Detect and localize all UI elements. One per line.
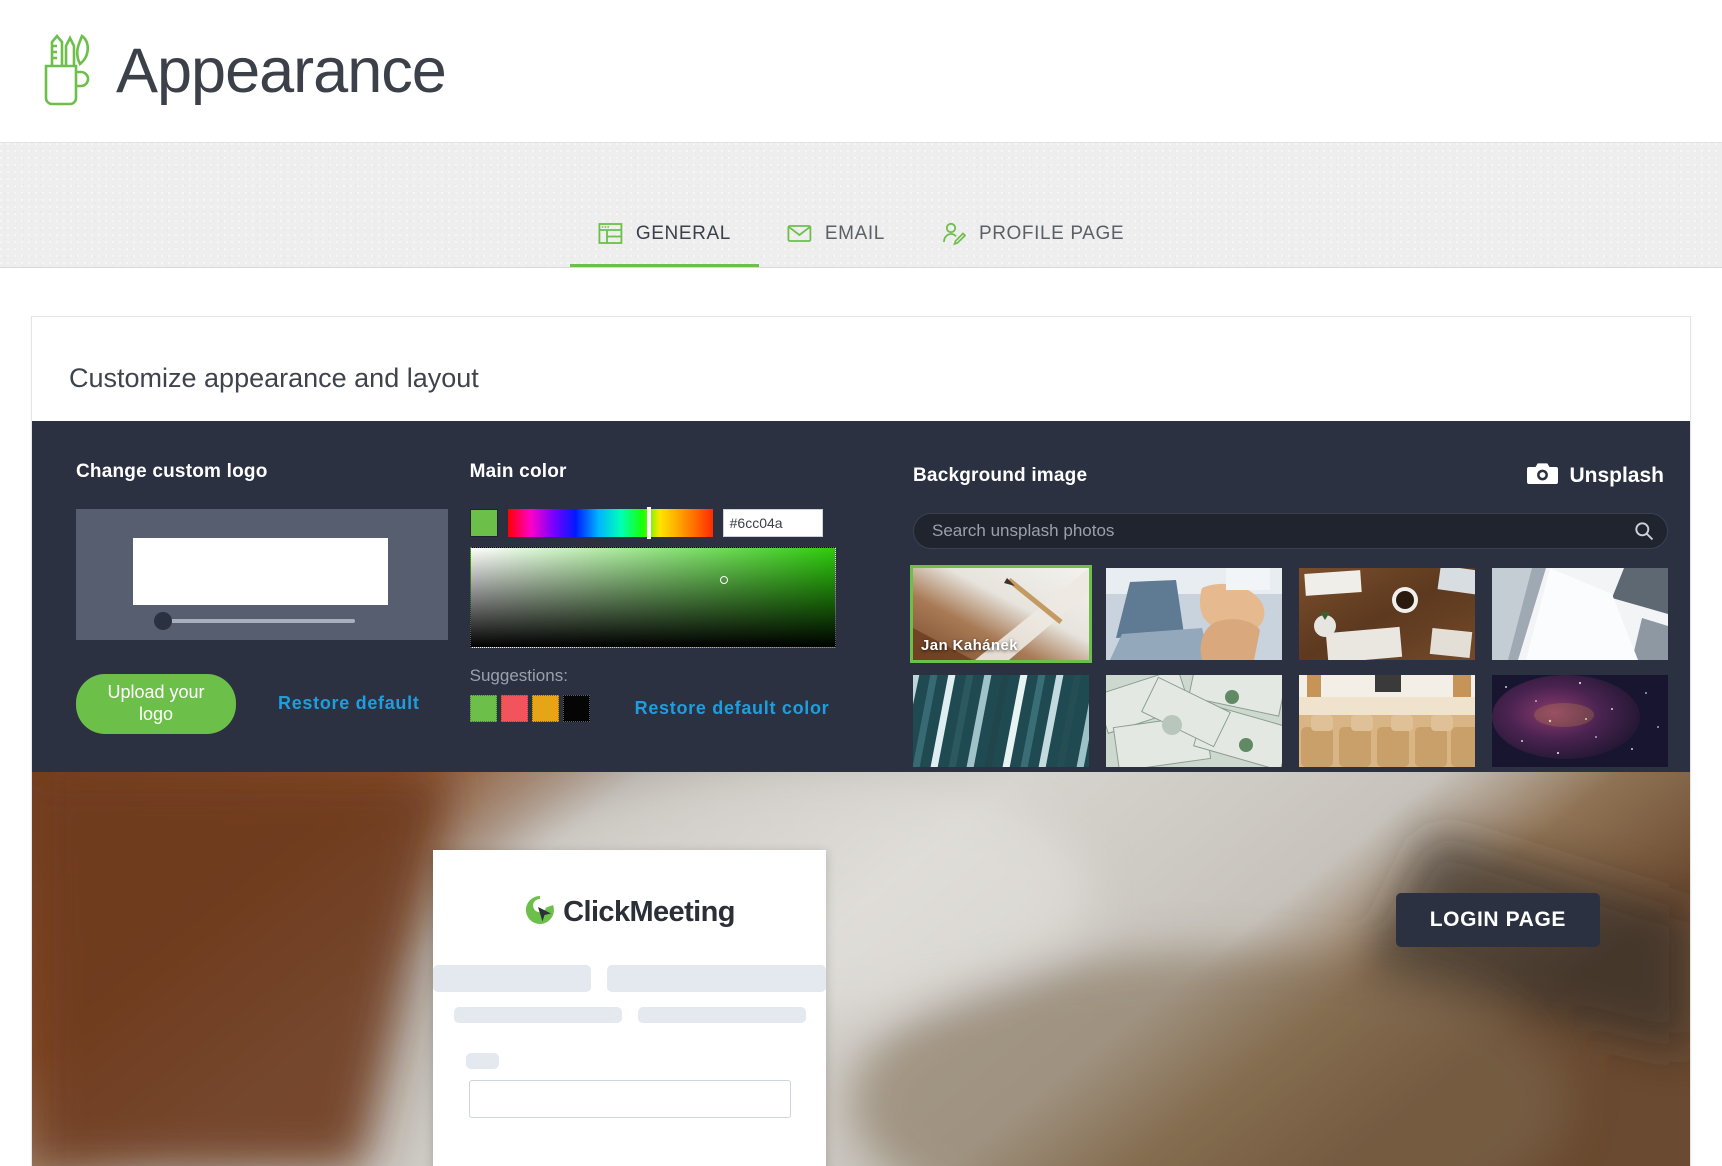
tab-email-label: EMAIL [824,222,885,244]
restore-default-logo-link[interactable]: Restore default [278,693,420,714]
clickmeeting-mark-icon [524,894,556,931]
upload-logo-button[interactable]: Upload your logo [76,674,236,734]
logo-size-slider-knob[interactable] [154,612,172,630]
current-color-swatch[interactable] [469,509,498,537]
saturation-value-picker[interactable] [469,547,836,648]
layout-window-icon [598,221,623,246]
color-section-title: Main color [469,461,567,482]
saturation-value-knob[interactable] [719,576,728,584]
preview-text-input[interactable] [468,1080,791,1118]
skeleton-bar [606,965,826,992]
thumbnail-desk-coffee-newspaper[interactable] [1299,568,1475,660]
unsplash-provider[interactable]: Unsplash [1527,461,1664,491]
suggestion-swatch-red[interactable] [500,695,528,722]
controls-panel: Change custom logo Upload your logo Rest… [32,421,1690,772]
appearance-card: Customize appearance and layout Change c… [31,316,1691,1166]
logo-section-title: Change custom logo [76,461,268,482]
login-page-button[interactable]: LOGIN PAGE [1395,893,1600,947]
unsplash-label: Unsplash [1569,464,1664,487]
tab-email[interactable]: EMAIL [759,221,913,267]
unsplash-thumbnail-grid: Jan Kahánek [910,565,1668,767]
camera-icon [1527,461,1559,491]
envelope-icon [787,221,812,246]
restore-default-color-link[interactable]: Restore default color [635,698,830,719]
tab-profile-page-label: PROFILE PAGE [978,222,1125,244]
thumbnail-attribution: Jan Kahánek [921,637,1018,654]
hue-slider[interactable] [507,507,713,539]
preview-login-card: ClickMeeting [433,850,826,1166]
thumbnail-notebook-pencil[interactable]: Jan Kahánek [910,565,1092,663]
page-header: Appearance [0,0,1722,143]
logo-section: Change custom logo Upload your logo Rest… [54,461,470,772]
search-icon[interactable] [1634,521,1654,541]
preview-background-image [32,772,1690,1166]
search-input[interactable] [913,513,1668,549]
suggestion-swatch-green[interactable] [469,695,497,722]
logo-size-slider[interactable] [154,612,355,630]
skeleton-bar [433,965,591,992]
login-page-preview: ClickMeeting LOGIN PAGE [32,772,1690,1166]
card-title: Customize appearance and layout [69,363,479,393]
thumbnail-dollar-bills[interactable] [1106,675,1282,767]
page-title: Appearance [116,35,447,106]
tab-bar: GENERAL EMAIL PROFILE PAGE [0,143,1722,268]
hue-slider-knob[interactable] [646,507,651,539]
thumbnail-teal-metal-tubes[interactable] [913,675,1089,767]
pencil-cup-icon [36,32,98,110]
color-section: Main color #6cc04a Suggestions: Restore … [469,461,885,772]
clickmeeting-wordmark: ClickMeeting [563,896,735,928]
skeleton-bar [637,1007,806,1023]
hex-color-input[interactable]: #6cc04a [722,509,823,537]
thumbnail-white-abstract-architecture[interactable] [1492,568,1668,660]
logo-image-placeholder [133,538,388,605]
suggestion-swatch-black[interactable] [562,695,590,722]
tab-general-label: GENERAL [635,222,731,244]
preview-skeleton-row-2 [433,1007,826,1023]
thumbnail-purple-galaxy[interactable] [1492,675,1668,767]
suggestion-swatch-orange[interactable] [531,695,559,722]
preview-skeleton-row-1 [433,965,826,992]
tab-profile-page[interactable]: PROFILE PAGE [913,221,1152,267]
logo-preview [76,509,448,640]
suggestion-swatches [469,695,590,722]
background-image-section: Background image Unsplash Search unsplas… [885,461,1668,772]
thumbnail-auditorium-seats[interactable] [1299,675,1475,767]
user-edit-icon [941,221,967,246]
background-section-title: Background image [913,465,1088,486]
tab-general[interactable]: GENERAL [569,221,759,267]
clickmeeting-logo: ClickMeeting [433,894,826,931]
skeleton-bar [453,1007,622,1023]
thumbnail-hands-on-laptop[interactable] [1106,568,1282,660]
suggestions-label: Suggestions: [469,666,568,685]
skeleton-label [466,1053,499,1069]
